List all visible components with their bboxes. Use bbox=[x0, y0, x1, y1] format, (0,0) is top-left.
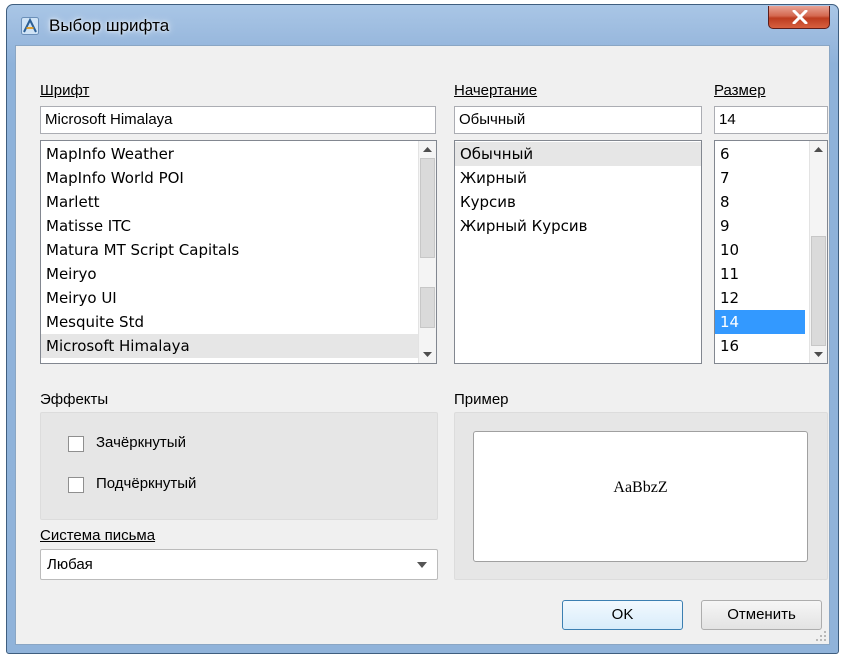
style-list-item[interactable]: Жирный Курсив bbox=[455, 214, 701, 238]
ok-button[interactable]: OK bbox=[562, 600, 683, 630]
chevron-down-icon bbox=[417, 562, 427, 568]
sample-label: Пример bbox=[454, 391, 509, 408]
font-list-item[interactable]: Meiryo bbox=[41, 262, 436, 286]
style-list[interactable]: Обычный Жирный Курсив Жирный Курсив bbox=[454, 140, 702, 364]
close-button[interactable] bbox=[768, 6, 830, 29]
underline-checkbox[interactable] bbox=[68, 477, 84, 493]
underline-label[interactable]: Подчёркнутый bbox=[96, 475, 196, 492]
strikeout-checkbox[interactable] bbox=[68, 436, 84, 452]
font-dialog-icon bbox=[21, 17, 39, 35]
close-icon bbox=[792, 10, 808, 24]
scroll-up-arrow[interactable] bbox=[419, 141, 436, 158]
size-list-item[interactable]: 12 bbox=[715, 286, 805, 310]
size-list-item[interactable]: 9 bbox=[715, 214, 805, 238]
effects-label: Эффекты bbox=[40, 391, 109, 408]
size-list-item[interactable]: 16 bbox=[715, 334, 805, 358]
size-list-item[interactable]: 10 bbox=[715, 238, 805, 262]
style-list-item[interactable]: Курсив bbox=[455, 190, 701, 214]
sample-text: AaBbzZ bbox=[613, 479, 668, 496]
writing-system-label: Система письма bbox=[40, 527, 156, 544]
font-list[interactable]: MapInfo Weather MapInfo World POI Marlett M… bbox=[40, 140, 437, 364]
size-list-scroll-thumb[interactable] bbox=[811, 236, 826, 346]
size-list-item[interactable]: 8 bbox=[715, 190, 805, 214]
cancel-button[interactable]: Отменить bbox=[701, 600, 822, 630]
style-input[interactable]: Обычный bbox=[454, 106, 702, 134]
resize-grip-icon[interactable] bbox=[815, 630, 827, 642]
font-list-scroll-thumb-lower[interactable] bbox=[420, 287, 435, 328]
font-list-item[interactable]: Meiryo UI bbox=[41, 286, 436, 310]
size-list-scrollbar[interactable] bbox=[809, 141, 827, 363]
style-list-item[interactable]: Обычный bbox=[455, 142, 701, 166]
font-list-scrollbar[interactable] bbox=[418, 141, 436, 363]
effects-group: Зачёркнутый Подчёркнутый bbox=[40, 412, 438, 520]
font-dialog-window: Выбор шрифта Шрифт Microsoft Himalaya Ma… bbox=[6, 4, 839, 654]
font-list-item[interactable]: Mesquite Std bbox=[41, 310, 436, 334]
font-list-scroll-thumb[interactable] bbox=[420, 158, 435, 258]
font-name-input[interactable]: Microsoft Himalaya bbox=[40, 106, 436, 134]
size-list-item[interactable]: 7 bbox=[715, 166, 805, 190]
sample-preview: AaBbzZ bbox=[473, 431, 808, 562]
font-list-item[interactable]: Marlett bbox=[41, 190, 436, 214]
size-label: Размер bbox=[714, 82, 766, 99]
style-label: Начертание bbox=[454, 82, 538, 99]
font-list-item[interactable]: Matura MT Script Capitals bbox=[41, 238, 436, 262]
font-list-item[interactable]: MapInfo Weather bbox=[41, 142, 436, 166]
font-list-item[interactable]: Matisse ITC bbox=[41, 214, 436, 238]
window-title: Выбор шрифта bbox=[49, 16, 170, 35]
strikeout-label[interactable]: Зачёркнутый bbox=[96, 434, 186, 451]
writing-system-combo[interactable]: Любая bbox=[40, 549, 438, 580]
writing-system-value: Любая bbox=[47, 556, 93, 573]
size-list-item[interactable]: 11 bbox=[715, 262, 805, 286]
font-label: Шрифт bbox=[40, 82, 90, 99]
size-list-item[interactable]: 14 bbox=[715, 310, 805, 334]
title-bar[interactable]: Выбор шрифта bbox=[7, 5, 838, 45]
scroll-down-arrow[interactable] bbox=[810, 346, 827, 363]
size-input[interactable]: 14 bbox=[714, 106, 828, 134]
dialog-client-area: Шрифт Microsoft Himalaya MapInfo Weather… bbox=[15, 45, 830, 645]
scroll-up-arrow[interactable] bbox=[810, 141, 827, 158]
size-list-item[interactable]: 6 bbox=[715, 142, 805, 166]
scroll-down-arrow[interactable] bbox=[419, 346, 436, 363]
style-list-item[interactable]: Жирный bbox=[455, 166, 701, 190]
sample-group: AaBbzZ bbox=[454, 412, 828, 580]
font-list-item[interactable]: MapInfo World POI bbox=[41, 166, 436, 190]
font-list-item[interactable]: Microsoft Himalaya bbox=[41, 334, 436, 358]
size-list[interactable]: 6 7 8 9 10 11 12 14 16 bbox=[714, 140, 828, 364]
